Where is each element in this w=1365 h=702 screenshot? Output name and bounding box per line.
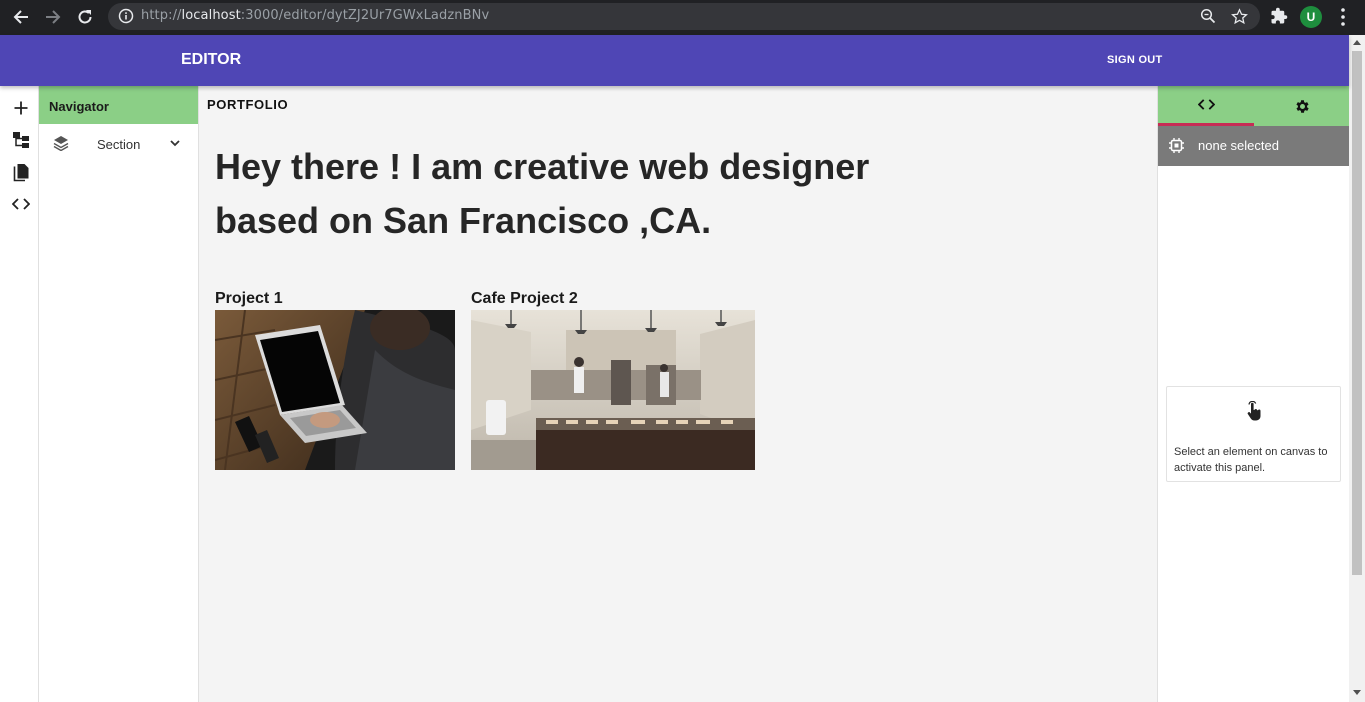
sign-out-button[interactable]: SIGN OUT <box>1107 54 1163 66</box>
style-panel: none selected Select an element on canva… <box>1157 86 1350 702</box>
project-card[interactable]: Project 1 <box>215 290 455 470</box>
scrollbar-thumb[interactable] <box>1352 51 1362 575</box>
scroll-up-arrow-icon[interactable] <box>1353 40 1361 45</box>
navigator-title: Navigator <box>39 86 198 124</box>
cafe-kitchen-photo[interactable] <box>471 310 755 470</box>
info-icon[interactable] <box>118 8 134 24</box>
tree-icon <box>13 132 29 148</box>
address-bar[interactable]: http://localhost:3000/editor/dytZJ2Ur7GW… <box>108 3 1260 30</box>
layers-tree-button[interactable] <box>10 129 32 151</box>
navigator-item-label: Section <box>97 137 141 152</box>
scroll-down-arrow-icon[interactable] <box>1353 690 1361 695</box>
tab-code[interactable] <box>1158 86 1254 126</box>
plus-icon <box>14 101 28 115</box>
project-title[interactable]: Cafe Project 2 <box>471 290 755 310</box>
empty-state-text: Select an element on canvas to activate … <box>1174 446 1328 474</box>
chevron-down-icon[interactable] <box>169 137 181 149</box>
chip-icon <box>1169 138 1184 153</box>
zoom-icon[interactable] <box>1200 8 1216 24</box>
tool-rail <box>0 86 39 702</box>
gear-icon <box>1295 99 1309 113</box>
kebab-menu-icon[interactable] <box>1336 7 1350 27</box>
code-icon <box>12 198 30 210</box>
pages-icon <box>13 163 28 181</box>
star-icon[interactable] <box>1231 8 1248 25</box>
tab-settings[interactable] <box>1254 86 1350 126</box>
project-title[interactable]: Project 1 <box>215 290 455 310</box>
back-button[interactable] <box>8 5 34 29</box>
pages-button[interactable] <box>10 161 32 183</box>
forward-arrow-icon <box>46 10 61 24</box>
page-scrollbar[interactable] <box>1349 35 1365 702</box>
pointer-hand-icon <box>1247 401 1261 421</box>
app-title: EDITOR <box>181 51 242 68</box>
profile-avatar[interactable]: U <box>1300 6 1322 28</box>
layers-icon <box>53 136 69 151</box>
url-text[interactable]: http://localhost:3000/editor/dytZJ2Ur7GW… <box>141 8 489 23</box>
reload-button[interactable] <box>72 5 98 29</box>
navigator-panel: Navigator Section <box>39 86 199 702</box>
puzzle-icon[interactable] <box>1270 7 1288 25</box>
back-arrow-icon <box>13 10 28 24</box>
editor-canvas[interactable]: PORTFOLIO Hey there ! I am creative web … <box>199 86 1157 702</box>
site-brand[interactable]: PORTFOLIO <box>207 97 288 112</box>
url-host: localhost <box>181 8 241 23</box>
hero-headline[interactable]: Hey there ! I am creative web designer b… <box>215 140 915 248</box>
code-icon <box>1197 99 1215 110</box>
url-path: :3000/editor/dytZJ2Ur7GWxLadznBNv <box>240 8 490 23</box>
laptop-photo[interactable] <box>215 310 455 470</box>
selection-status-bar: none selected <box>1158 126 1350 166</box>
add-element-button[interactable] <box>10 97 32 119</box>
project-card[interactable]: Cafe Project 2 <box>471 290 755 470</box>
forward-button[interactable] <box>40 5 66 29</box>
app-header: EDITOR SIGN OUT <box>0 35 1349 86</box>
reload-icon <box>78 10 92 24</box>
empty-state-card: Select an element on canvas to activate … <box>1166 386 1341 482</box>
panel-tabs <box>1158 86 1350 126</box>
browser-toolbar: http://localhost:3000/editor/dytZJ2Ur7GW… <box>0 0 1365 35</box>
code-view-button[interactable] <box>10 193 32 215</box>
navigator-item-section[interactable]: Section <box>39 130 199 158</box>
url-prefix: http:// <box>141 8 182 23</box>
selection-label: none selected <box>1198 138 1279 153</box>
